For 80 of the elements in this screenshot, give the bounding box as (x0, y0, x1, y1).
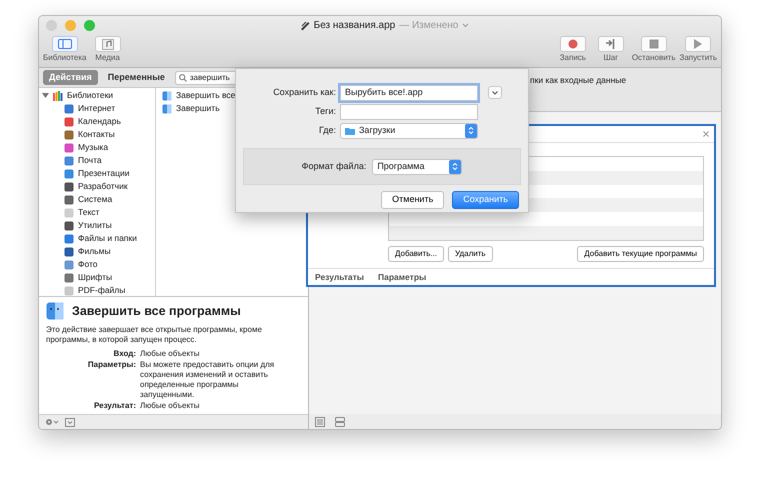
library-item[interactable]: Презентации (39, 167, 155, 180)
toolbar-button[interactable] (685, 36, 712, 52)
field-label: Теги: (314, 104, 336, 118)
library-item[interactable]: Библиотеки (39, 89, 155, 102)
finder-icon (162, 104, 172, 114)
cancel-button[interactable]: Отменить (381, 191, 444, 208)
library-item[interactable]: Календарь (39, 115, 155, 128)
window-title: Без названия.app (314, 18, 396, 32)
toolbar-label: Шаг (603, 52, 618, 64)
split-view-icon[interactable] (335, 416, 345, 426)
description-title: Завершить все программы (72, 303, 241, 320)
sidebar-icon (58, 39, 72, 49)
close-icon[interactable] (703, 131, 709, 137)
folder-icon (345, 126, 355, 134)
finder-icon (162, 90, 172, 100)
library-item[interactable]: Фильмы (39, 245, 155, 258)
library-item[interactable]: Контакты (39, 128, 155, 141)
library-item[interactable]: Шрифты (39, 271, 155, 284)
toolbar-button[interactable] (598, 36, 624, 52)
field-label: Результат: (93, 400, 136, 411)
input-description: пки как входные данные (530, 75, 626, 85)
library-item[interactable]: PDF-файлы (39, 284, 155, 297)
library-item[interactable]: Текст (39, 206, 155, 219)
remove-button[interactable]: Удалить (448, 246, 493, 262)
disclosure-down-icon (42, 92, 49, 99)
field-value: Вы можете предоставить опции для сохранения изменений и оставить определенные программы запущенными. (140, 360, 276, 400)
search-icon (178, 74, 187, 82)
field-label: Формат файла: (302, 160, 366, 173)
toolbar-button[interactable] (640, 36, 667, 52)
record-icon (568, 39, 578, 49)
toolbar-button[interactable] (94, 36, 120, 52)
library-item[interactable]: Почта (39, 154, 155, 167)
search-field[interactable]: завершить (174, 70, 237, 84)
library-icon (53, 90, 63, 100)
toolbar-label: Медиа (95, 52, 120, 64)
play-icon (693, 39, 704, 49)
format-popup[interactable]: Программа (372, 158, 462, 174)
field-label: Сохранить как: (272, 86, 336, 99)
toolbar-button[interactable] (52, 36, 78, 52)
toolbar-label: Остановить (632, 52, 676, 64)
tab[interactable]: Переменные (102, 70, 171, 86)
step-icon (606, 39, 616, 49)
field-label: Параметры: (86, 360, 136, 371)
chevron-down-icon (492, 90, 498, 94)
toolbar-label: Библиотека (43, 52, 86, 64)
tags-field[interactable] (340, 104, 478, 120)
field-label: Вход: (112, 348, 136, 359)
action-item[interactable]: Завершить все (159, 89, 236, 102)
library-item[interactable]: Фото (39, 258, 155, 271)
list-view-icon[interactable] (315, 416, 325, 426)
panel-toggle-icon[interactable] (65, 418, 75, 426)
library-item[interactable]: Интернет (39, 102, 155, 115)
toolbar-label: Запись (560, 52, 586, 64)
field-value: Любые объекты (140, 400, 200, 411)
card-tab[interactable]: Результаты (315, 270, 364, 284)
library-item[interactable]: Утилиты (39, 219, 155, 232)
field-label: Где: (318, 124, 336, 137)
add-current-button[interactable]: Добавить текущие программы (577, 246, 704, 262)
toolbar-button[interactable] (560, 36, 586, 52)
field-value: Любые объекты (140, 348, 200, 359)
finder-icon (46, 302, 64, 320)
library-item[interactable]: Система (39, 193, 155, 206)
stop-icon (648, 39, 659, 49)
caret-icon (462, 22, 470, 28)
description-text: Это действие завершает все открытые программы, кроме программы, в которой запущен процесс. (46, 324, 263, 346)
toolbar-label: Запустить (680, 52, 717, 64)
window-status: — Изменено (399, 18, 458, 32)
filename-field[interactable]: Вырубить все!.app (340, 84, 478, 100)
location-popup[interactable]: Загрузки (340, 122, 478, 138)
zoom-button[interactable] (84, 20, 95, 30)
expand-button[interactable] (488, 86, 502, 99)
stepper-icon (452, 162, 458, 171)
action-item[interactable]: Завершить (159, 102, 236, 115)
card-tab[interactable]: Параметры (378, 270, 426, 284)
stepper-icon (468, 126, 474, 135)
library-item[interactable]: Музыка (39, 141, 155, 154)
add-button[interactable]: Добавить... (388, 246, 444, 262)
library-item[interactable]: Файлы и папки (39, 232, 155, 245)
gear-icon[interactable] (45, 418, 59, 426)
library-item[interactable]: Разработчик (39, 180, 155, 193)
